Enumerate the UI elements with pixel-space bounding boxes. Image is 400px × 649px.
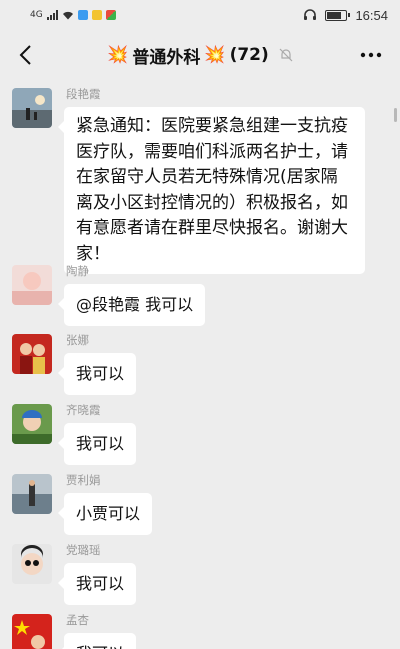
app-icon-multicolor — [105, 10, 116, 20]
back-arrow-icon[interactable] — [12, 42, 38, 68]
avatar[interactable] — [12, 88, 52, 128]
sender-name: 孟杏 — [66, 613, 89, 627]
member-count: (72) — [229, 45, 269, 65]
avatar[interactable] — [12, 265, 52, 305]
message: 孟杏 我可以 — [12, 613, 388, 649]
signal-icon — [46, 10, 58, 20]
message-bubble[interactable]: 我可以 — [57, 353, 137, 395]
status-right: 16:54 — [303, 8, 388, 23]
message-bubble[interactable]: 我可以 — [57, 563, 137, 605]
battery-icon — [325, 9, 351, 21]
message-bubble[interactable]: 我可以 — [57, 423, 137, 465]
message: 贾利娟 小贾可以 — [12, 473, 388, 535]
message-bubble[interactable]: @段艳霞 我可以 — [57, 284, 206, 326]
more-dots-icon[interactable] — [358, 42, 384, 68]
sender-name: 陶静 — [66, 264, 89, 278]
message-bubble[interactable]: 紧急通知：医院要紧急组建一支抗疫医疗队，需要咱们科派两名护士，请在家留守人员若无… — [58, 107, 365, 274]
chat-title: 💥 普通外科 💥 (72) — [107, 43, 293, 68]
message-bubble[interactable]: 我可以 — [57, 633, 137, 649]
message-bubble[interactable]: 小贾可以 — [57, 493, 153, 535]
app-icon-blue — [77, 10, 88, 20]
status-left: 4G — [30, 10, 116, 20]
message: 党璐瑶 我可以 — [12, 543, 388, 605]
sender-name: 齐晓霞 — [66, 403, 101, 417]
message: 张娜 我可以 — [12, 333, 388, 395]
chat-header: 💥 普通外科 💥 (72) — [0, 30, 400, 80]
scrollbar-indicator[interactable] — [394, 108, 397, 122]
app-icon-yellow — [91, 10, 102, 20]
wifi-icon — [62, 11, 73, 20]
group-name: 普通外科 — [132, 47, 201, 68]
message: 齐晓霞 我可以 — [12, 403, 388, 465]
sender-name: 张娜 — [66, 333, 89, 347]
sender-name: 贾利娟 — [66, 473, 101, 487]
avatar[interactable] — [12, 334, 52, 374]
message: 段艳霞 紧急通知：医院要紧急组建一支抗疫医疗队，需要咱们科派两名护士，请在家留守… — [12, 87, 388, 274]
network-type: 4G — [30, 10, 43, 20]
status-bar: 4G 16:54 — [0, 0, 400, 30]
sender-name: 段艳霞 — [66, 87, 101, 101]
headset-icon — [304, 9, 317, 20]
sender-name: 党璐瑶 — [66, 543, 101, 557]
burst-emoji-right: 💥 — [204, 45, 226, 65]
clock: 16:54 — [355, 7, 388, 23]
burst-emoji-left: 💥 — [107, 45, 129, 65]
message: 陶静 @段艳霞 我可以 — [12, 264, 388, 326]
avatar[interactable] — [12, 614, 52, 649]
avatar[interactable] — [12, 404, 52, 444]
mute-bell-icon — [279, 48, 293, 62]
avatar[interactable] — [12, 544, 52, 584]
avatar[interactable] — [12, 474, 52, 514]
